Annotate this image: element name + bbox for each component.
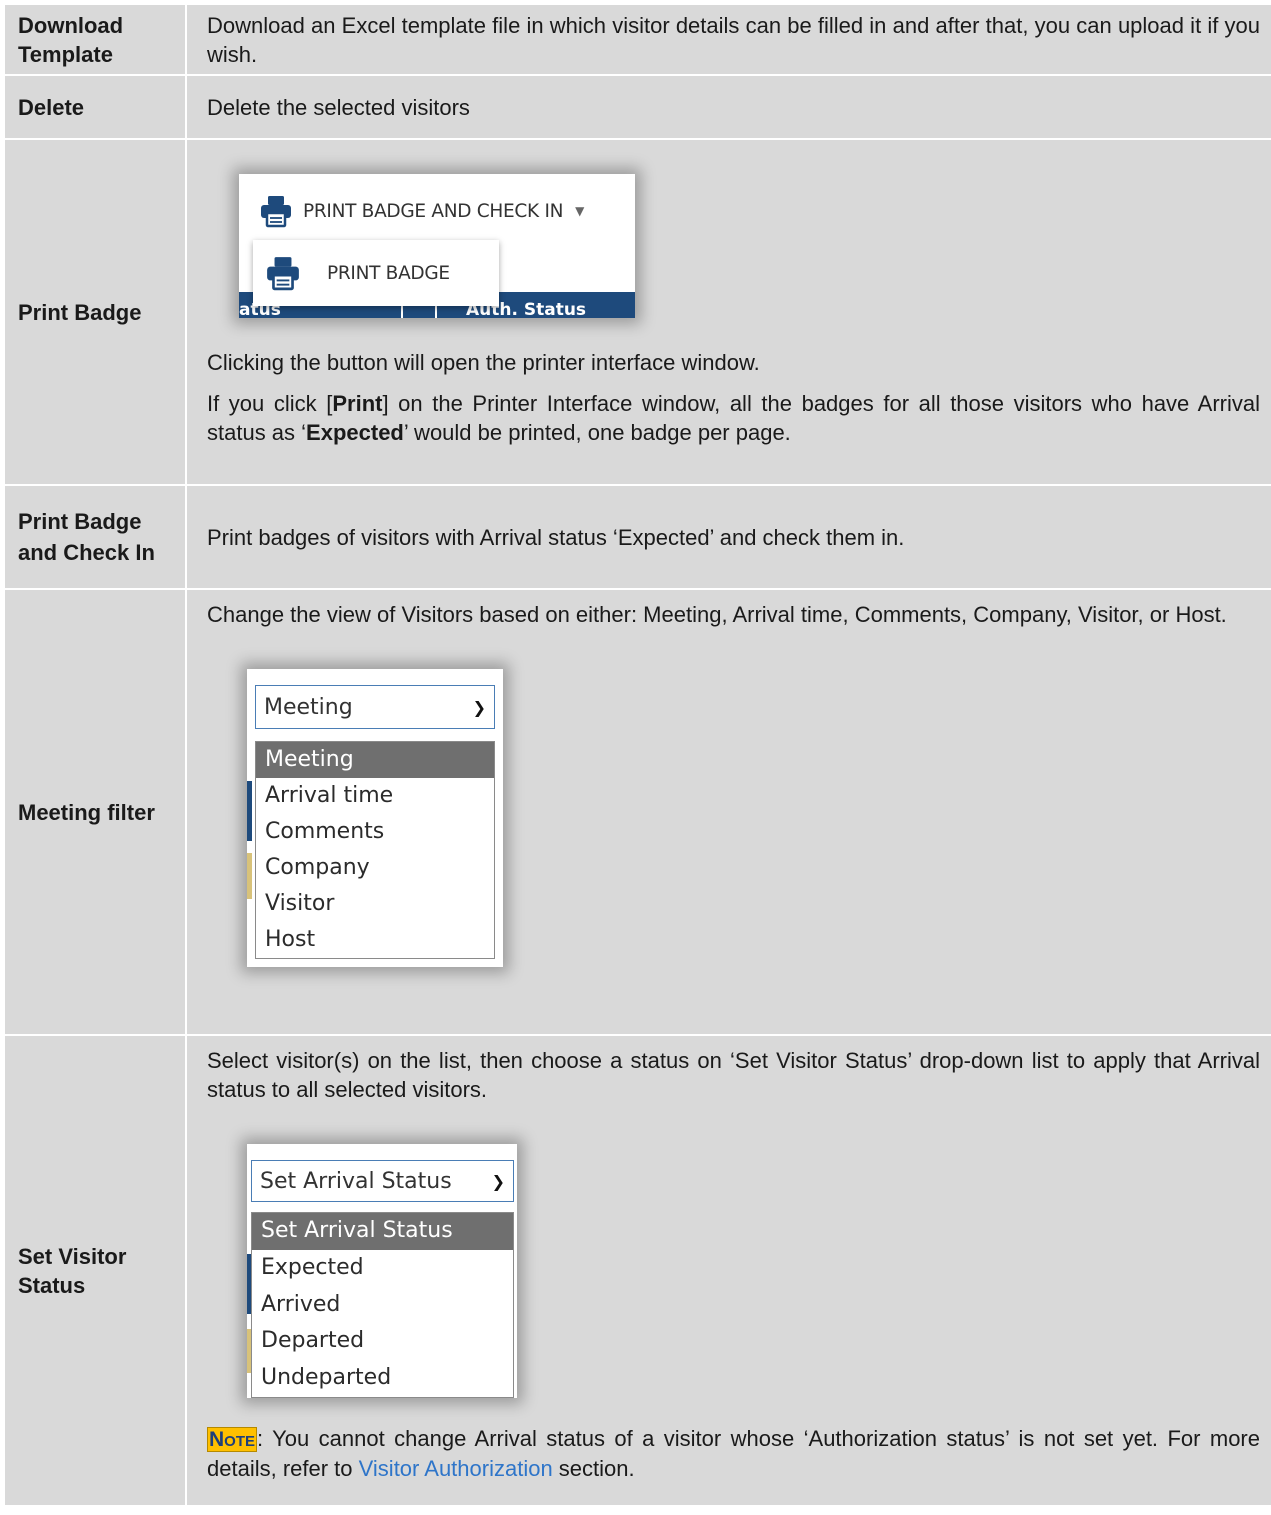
dropdown-option[interactable]: Arrival time xyxy=(256,778,494,814)
caret-down-icon[interactable]: ▼ xyxy=(575,197,584,226)
dropdown-option[interactable]: Visitor xyxy=(256,886,494,922)
printer-icon xyxy=(261,196,291,228)
term-download-template: Download Template xyxy=(5,5,187,75)
dropdown-option[interactable]: Meeting xyxy=(256,742,494,778)
table-row: Print Badge PRINT BADGE AND CHECK IN ▼ a… xyxy=(5,138,1271,485)
desc-print-badge: PRINT BADGE AND CHECK IN ▼ atus Auth. St… xyxy=(186,138,1271,485)
meeting-filter-selected: Meeting xyxy=(264,694,353,720)
meeting-filter-options: Meeting Arrival time Comments Company Vi… xyxy=(255,741,495,959)
dropdown-option[interactable]: Comments xyxy=(256,814,494,850)
set-status-screenshot: Set Arrival Status ❯ Set Arrival Status … xyxy=(247,1144,517,1398)
dropdown-option[interactable]: Set Arrival Status xyxy=(252,1213,513,1250)
table-row: Delete Delete the selected visitors xyxy=(5,74,1271,139)
desc-meeting-filter: Change the view of Visitors based on eit… xyxy=(186,588,1271,1035)
print-bold: Print xyxy=(332,391,383,416)
desc-delete: Delete the selected visitors xyxy=(186,74,1271,139)
term-delete: Delete xyxy=(5,74,187,139)
table-row: Set Visitor Status Select visitor(s) on … xyxy=(5,1034,1271,1505)
dropdown-option[interactable]: Expected xyxy=(252,1250,513,1287)
desc-print-badge-check-in: Print badges of visitors with Arrival st… xyxy=(186,484,1271,589)
grid-header-band xyxy=(247,781,252,841)
print-badge-para2: If you click [Print] on the Printer Inte… xyxy=(207,391,1260,445)
set-arrival-status-select[interactable]: Set Arrival Status ❯ xyxy=(251,1160,514,1202)
desc-download-template: Download an Excel template file in which… xyxy=(207,12,1260,67)
set-status-selected: Set Arrival Status xyxy=(260,1168,452,1194)
meeting-filter-select[interactable]: Meeting ❯ xyxy=(255,685,495,729)
term-print-badge-check-in: Print Badge and Check In xyxy=(5,484,187,589)
meeting-filter-screenshot: Meeting ❯ Meeting Arrival time Comments … xyxy=(247,669,503,967)
note-paragraph: Note: You cannot change Arrival status o… xyxy=(207,1426,1260,1481)
note-label: Note xyxy=(207,1427,258,1452)
set-status-desc: Select visitor(s) on the list, then choo… xyxy=(207,1048,1260,1102)
term-print-badge: Print Badge xyxy=(5,138,187,485)
print-badge-para1: Clicking the button will open the printe… xyxy=(207,350,760,375)
term-set-visitor-status: Set Visitor Status xyxy=(5,1034,187,1505)
term-meeting-filter: Meeting filter xyxy=(5,588,187,1035)
grid-row-highlight xyxy=(247,853,252,899)
print-badge-check-in-label: PRINT BADGE AND CHECK IN xyxy=(303,200,564,222)
printer-icon xyxy=(267,257,299,291)
print-badge-menu-label: PRINT BADGE xyxy=(327,262,450,284)
dropdown-option[interactable]: Company xyxy=(256,850,494,886)
dropdown-option[interactable]: Host xyxy=(256,922,494,958)
dropdown-option[interactable]: Undeparted xyxy=(252,1360,513,1397)
chevron-down-icon: ❯ xyxy=(491,1171,505,1191)
table-row: Print Badge and Check In Print badges of… xyxy=(5,484,1271,589)
desc-set-visitor-status: Select visitor(s) on the list, then choo… xyxy=(186,1034,1271,1505)
print-badge-check-in-button[interactable]: PRINT BADGE AND CHECK IN ▼ xyxy=(259,194,584,228)
table-row: Meeting filter Change the view of Visito… xyxy=(5,588,1271,1035)
visitor-authorization-link[interactable]: Visitor Authorization xyxy=(359,1456,553,1481)
table-row: Download Template Download an Excel temp… xyxy=(5,5,1271,75)
dropdown-option[interactable]: Departed xyxy=(252,1323,513,1360)
dropdown-option[interactable]: Arrived xyxy=(252,1287,513,1324)
expected-bold: Expected xyxy=(306,420,404,445)
meeting-filter-desc: Change the view of Visitors based on eit… xyxy=(207,602,1227,627)
chevron-down-icon: ❯ xyxy=(472,697,486,717)
print-badge-menu-item[interactable]: PRINT BADGE xyxy=(253,240,499,306)
set-status-options: Set Arrival Status Expected Arrived Depa… xyxy=(251,1212,514,1398)
print-badge-screenshot: PRINT BADGE AND CHECK IN ▼ atus Auth. St… xyxy=(239,174,635,318)
reference-table: Download Template Download an Excel temp… xyxy=(5,5,1271,1505)
